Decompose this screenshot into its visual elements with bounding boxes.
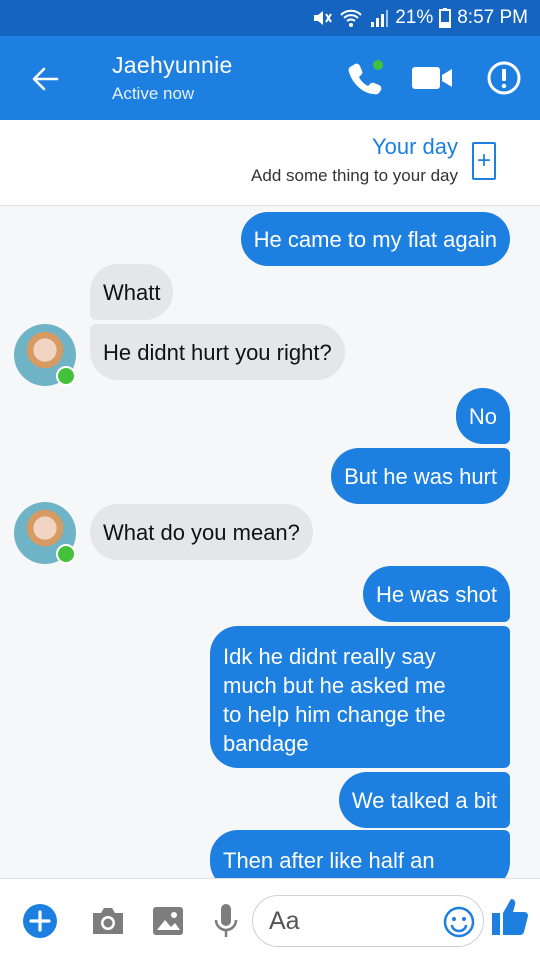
message-incoming[interactable]: He didnt hurt you right? (90, 324, 345, 380)
phone-call-icon[interactable] (344, 56, 388, 100)
info-icon[interactable] (482, 56, 526, 100)
message-line: Idk he didnt really say (223, 644, 436, 669)
back-arrow-icon[interactable] (26, 60, 64, 98)
contact-name[interactable]: Jaehyunnie (112, 52, 233, 79)
message-input-placeholder: Aa (269, 907, 300, 935)
message-line: bandage (223, 731, 309, 756)
wifi-icon (339, 8, 363, 28)
plus-icon[interactable] (20, 901, 60, 941)
clock: 8:57 PM (457, 7, 528, 28)
message-input[interactable]: Aa (252, 895, 484, 947)
message-outgoing[interactable]: But he was hurt (331, 448, 510, 504)
message-outgoing[interactable]: Idk he didnt really say much but he aske… (210, 626, 510, 768)
status-bar: 21% 8:57 PM (0, 0, 540, 36)
battery-icon (439, 8, 452, 28)
microphone-icon[interactable] (206, 901, 246, 941)
add-to-day-icon[interactable]: + (472, 142, 496, 180)
your-day-subtitle: Add some thing to your day (251, 166, 458, 185)
message-outgoing[interactable]: Then after like half an (210, 830, 510, 878)
composer-bar: Aa (0, 878, 540, 960)
thumbs-up-icon[interactable] (490, 897, 530, 937)
message-incoming[interactable]: Whatt (90, 264, 174, 320)
message-outgoing[interactable]: We talked a bit (338, 772, 510, 828)
message-line: much but he asked me (223, 673, 446, 698)
mute-icon (311, 7, 333, 29)
emoji-icon[interactable] (441, 904, 477, 940)
conversation-header: Jaehyunnie Active now (0, 36, 540, 120)
your-day-banner[interactable]: Your day Add some thing to your day + (0, 120, 540, 206)
message-thread[interactable]: He came to my flat again Whatt He didnt … (0, 206, 540, 878)
active-status: Active now (112, 84, 195, 103)
battery-percent: 21% (395, 7, 434, 28)
message-outgoing[interactable]: He came to my flat again (240, 212, 510, 266)
message-incoming[interactable]: What do you mean? (90, 504, 313, 560)
video-call-icon[interactable] (410, 56, 454, 100)
image-gallery-icon[interactable] (148, 901, 188, 941)
message-line: to help him change the (223, 702, 446, 727)
camera-icon[interactable] (88, 901, 128, 941)
message-outgoing[interactable]: No (455, 388, 510, 444)
signal-icon (369, 8, 389, 28)
message-outgoing[interactable]: He was shot (362, 566, 510, 622)
contact-avatar[interactable] (14, 502, 76, 564)
contact-avatar[interactable] (14, 324, 76, 386)
your-day-title[interactable]: Your day (372, 134, 458, 160)
